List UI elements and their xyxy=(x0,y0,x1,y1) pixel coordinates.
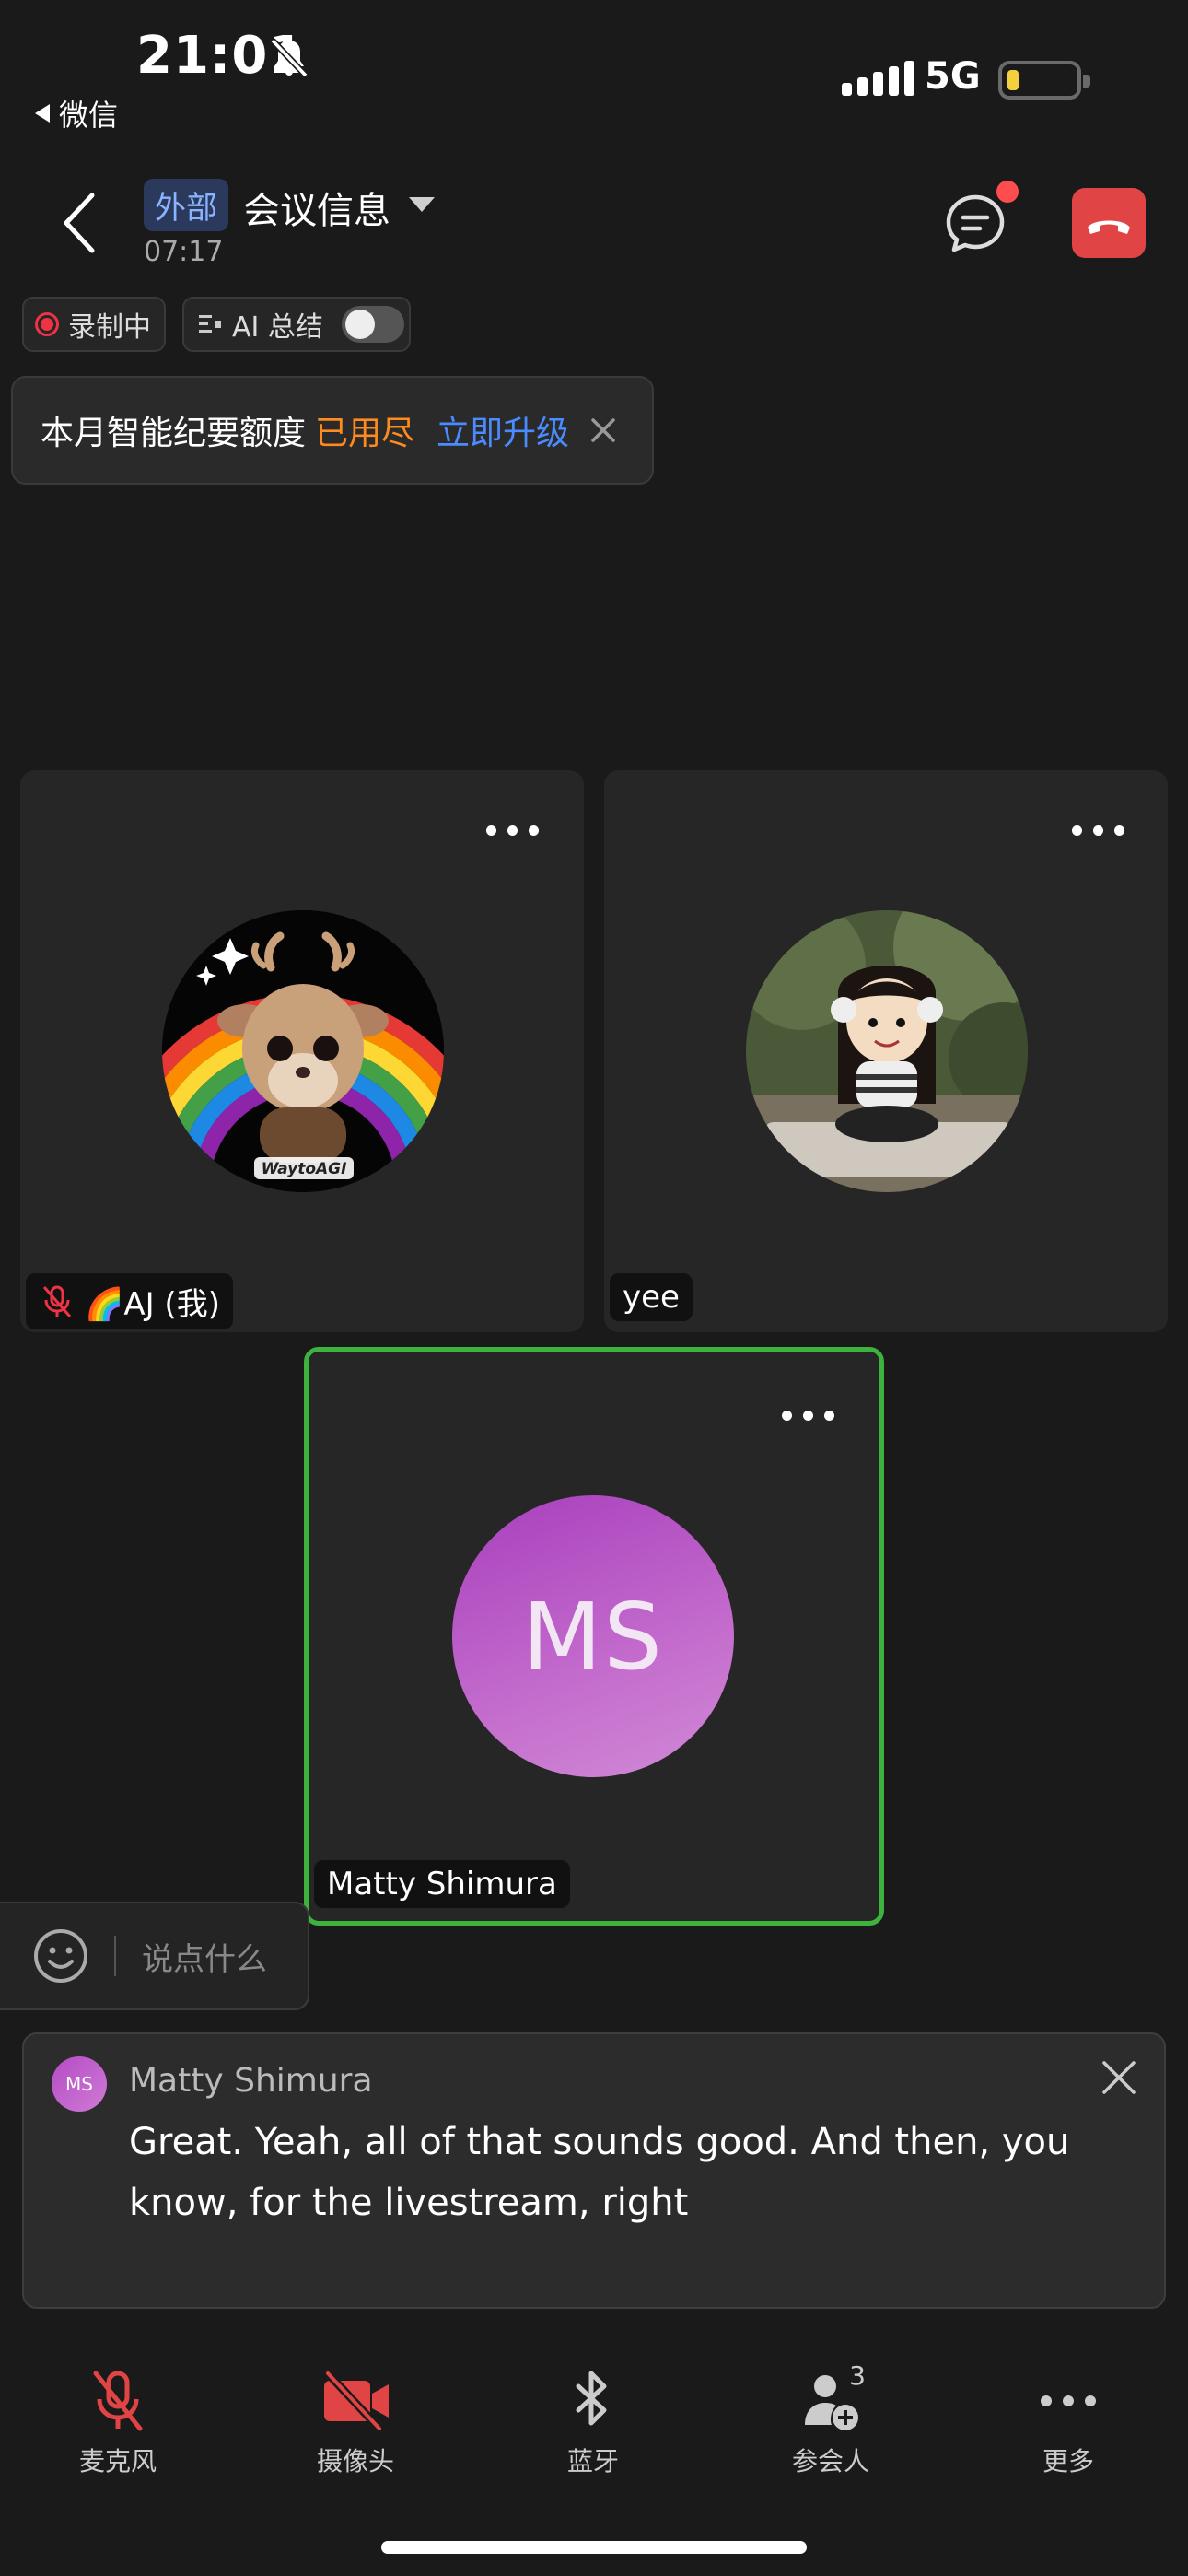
back-to-wechat[interactable]: 微信 xyxy=(35,92,118,135)
bluetooth-icon xyxy=(576,2371,607,2426)
participant-count: 3 xyxy=(849,2360,866,2391)
back-chevron-icon[interactable] xyxy=(55,188,107,258)
ai-summary-toggle[interactable] xyxy=(341,306,404,343)
avatar-logo-text: WaytoAGI xyxy=(262,1160,347,1178)
toolbar-mic-button[interactable]: 麦克风 xyxy=(35,2368,201,2478)
comment-input[interactable]: 说点什么 xyxy=(0,1902,309,2010)
recording-chip[interactable]: 录制中 xyxy=(22,297,166,352)
more-options-icon[interactable] xyxy=(782,1411,834,1421)
meeting-duration: 07:17 xyxy=(144,236,224,268)
record-icon xyxy=(35,312,59,336)
toolbar-label: 摄像头 xyxy=(316,2446,394,2476)
toolbar-label: 蓝牙 xyxy=(566,2446,619,2476)
chat-bubble-icon[interactable] xyxy=(941,190,1009,258)
more-options-icon[interactable] xyxy=(486,825,539,836)
toolbar-more-button[interactable]: 更多 xyxy=(985,2368,1151,2478)
ai-summary-chip[interactable]: AI 总结 xyxy=(182,297,411,352)
toolbar-label: 参会人 xyxy=(791,2446,869,2476)
recording-label: 录制中 xyxy=(68,311,151,344)
mic-off-icon xyxy=(42,1285,72,1317)
participant-name: 🌈AJ (我) xyxy=(85,1286,220,1323)
ai-summary-label: AI 总结 xyxy=(232,311,323,344)
toolbar-label: 麦克风 xyxy=(78,2446,157,2476)
toolbar-bluetooth-button[interactable]: 蓝牙 xyxy=(510,2368,676,2478)
quota-status: 已用尽 xyxy=(315,415,415,452)
ai-summary-icon xyxy=(199,315,221,333)
back-app-label: 微信 xyxy=(59,98,119,133)
caption-text: Great. Yeah, all of that sounds good. An… xyxy=(129,2121,1070,2224)
emoji-icon[interactable] xyxy=(31,1926,90,1985)
avatar-aj: WaytoAGI xyxy=(162,910,444,1192)
participant-name-tag: yee xyxy=(610,1273,693,1321)
caption-speaker: Matty Shimura xyxy=(129,2062,373,2100)
participant-name-tag: Matty Shimura xyxy=(314,1860,570,1908)
quota-toast: 本月智能纪要额度 已用尽 立即升级 xyxy=(11,376,654,485)
participant-tile-yee[interactable]: yee xyxy=(604,770,1168,1332)
avatar-yee xyxy=(746,910,1028,1192)
bell-off-icon xyxy=(270,38,309,78)
participant-name: Matty Shimura xyxy=(327,1866,557,1903)
battery-icon xyxy=(998,61,1090,100)
comment-placeholder: 说点什么 xyxy=(142,1940,267,1978)
quota-text: 本月智能纪要额度 xyxy=(41,415,307,452)
more-icon xyxy=(1041,2395,1096,2406)
participant-name-tag: 🌈AJ (我) xyxy=(26,1273,233,1329)
home-indicator[interactable] xyxy=(381,2541,807,2554)
signal-icon xyxy=(842,61,914,96)
participants-icon: 3 xyxy=(794,2360,868,2434)
caret-down-icon[interactable] xyxy=(409,197,435,212)
live-caption-panel: MS Matty Shimura Great. Yeah, all of tha… xyxy=(22,2032,1166,2309)
participant-tile-aj[interactable]: WaytoAGI 🌈AJ (我) xyxy=(20,770,584,1332)
toolbar-label: 更多 xyxy=(1042,2446,1094,2476)
camera-off-icon xyxy=(324,2370,389,2432)
avatar-initials: MS xyxy=(522,1582,664,1691)
more-options-icon[interactable] xyxy=(1072,825,1124,836)
close-icon[interactable] xyxy=(1100,2058,1138,2097)
hangup-button[interactable] xyxy=(1072,188,1146,258)
close-icon[interactable] xyxy=(588,415,619,446)
toolbar-camera-button[interactable]: 摄像头 xyxy=(273,2368,438,2478)
mic-off-icon xyxy=(93,2371,143,2431)
participant-tile-matty[interactable]: MS Matty Shimura xyxy=(304,1347,884,1926)
external-badge: 外部 xyxy=(144,179,228,231)
upgrade-link[interactable]: 立即升级 xyxy=(437,406,569,454)
network-label: 5G xyxy=(925,55,981,98)
unread-dot xyxy=(996,181,1019,203)
hangup-icon xyxy=(1088,220,1130,234)
back-triangle-icon xyxy=(35,104,50,123)
caption-avatar: MS xyxy=(52,2056,107,2112)
toolbar-participants-button[interactable]: 3 参会人 xyxy=(748,2360,914,2478)
meeting-info-title[interactable]: 会议信息 xyxy=(243,181,390,234)
participant-name: yee xyxy=(623,1279,680,1316)
avatar-ms: MS xyxy=(452,1495,734,1777)
